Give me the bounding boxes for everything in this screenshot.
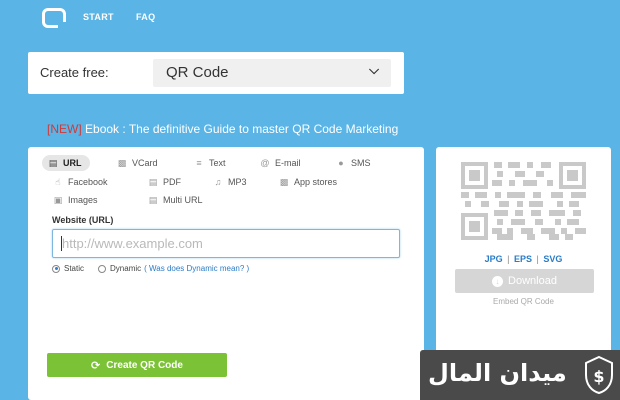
tab-label: Multi URL <box>163 195 203 205</box>
image-icon: ▣ <box>53 194 63 205</box>
nav-start-link[interactable]: START <box>83 12 114 22</box>
tab-label: SMS <box>351 158 371 168</box>
multi-link-icon: ▤ <box>148 194 158 205</box>
create-free-panel: Create free: QR Code ⌵ <box>28 52 404 94</box>
tab-text[interactable]: ≡ Text <box>193 156 226 170</box>
ebook-text: Ebook : The definitive Guide to master Q… <box>85 122 399 136</box>
qr-code-preview <box>461 162 586 240</box>
tab-label: Facebook <box>68 177 108 187</box>
vcard-icon: ▩ <box>117 157 127 168</box>
format-separator: | <box>507 254 510 264</box>
download-button[interactable]: ↓ Download <box>455 269 594 293</box>
tab-label: URL <box>63 158 82 168</box>
embed-qr-code-link[interactable]: Embed QR Code <box>436 297 611 306</box>
watermark-text: ميدان المال <box>428 359 567 387</box>
chevron-down-icon: ⌵ <box>369 62 379 77</box>
website-url-input[interactable] <box>52 229 400 258</box>
svg-text:$: $ <box>593 367 604 386</box>
tab-vcard[interactable]: ▩ VCard <box>116 156 158 170</box>
tab-sms[interactable]: ● SMS <box>335 156 371 170</box>
tab-app-stores[interactable]: ▩ App stores <box>278 175 337 189</box>
dynamic-radio[interactable] <box>98 264 107 273</box>
tab-multi-url[interactable]: ▤ Multi URL <box>147 193 203 207</box>
tab-label: MP3 <box>228 177 247 187</box>
email-at-icon: @ <box>260 158 270 168</box>
logo-icon[interactable] <box>42 8 66 28</box>
watermark-logo: ميدان المال $ <box>420 350 620 400</box>
format-links: JPG | EPS | SVG <box>436 254 611 264</box>
tab-email[interactable]: @ E-mail <box>259 156 301 170</box>
text-cursor <box>61 236 62 251</box>
tab-pdf[interactable]: ▤ PDF <box>147 175 181 189</box>
tab-label: App stores <box>294 177 338 187</box>
qr-type-select[interactable]: QR Code ⌵ <box>153 59 391 87</box>
new-tag: [NEW] <box>47 122 82 136</box>
eps-link[interactable]: EPS <box>514 254 532 264</box>
download-arrow-icon: ↓ <box>492 275 504 287</box>
tab-label: Images <box>68 195 98 205</box>
tab-label: E-mail <box>275 158 301 168</box>
text-lines-icon: ≡ <box>196 158 202 168</box>
jpg-link[interactable]: JPG <box>485 254 503 264</box>
generator-card: ▤ URL ▩ VCard ≡ Text @ E-mail ● SMS ☝ Fa… <box>28 147 424 400</box>
create-qr-code-button[interactable]: ⟳ Create QR Code <box>47 353 227 377</box>
tab-label: Text <box>209 158 226 168</box>
mode-radio-group: Static Dynamic ( Was does Dynamic mean? … <box>52 264 249 273</box>
refresh-icon: ⟳ <box>91 359 101 372</box>
download-label: Download <box>508 275 557 287</box>
svg-link[interactable]: SVG <box>543 254 562 264</box>
tab-images[interactable]: ▣ Images <box>52 193 98 207</box>
static-label: Static <box>64 264 85 273</box>
create-qr-code-label: Create QR Code <box>106 359 183 371</box>
thumbs-up-icon: ☝ <box>55 176 61 187</box>
tab-facebook[interactable]: ☝ Facebook <box>52 175 108 189</box>
create-free-label: Create free: <box>40 65 109 80</box>
link-icon: ▤ <box>48 157 58 168</box>
dollar-shield-icon: $ <box>585 355 613 395</box>
ebook-banner[interactable]: [NEW] Ebook : The definitive Guide to ma… <box>47 122 398 136</box>
tab-label: PDF <box>163 177 181 187</box>
static-radio[interactable] <box>52 264 60 273</box>
tab-mp3[interactable]: ♫ MP3 <box>212 175 247 189</box>
qr-type-selected: QR Code <box>166 64 229 81</box>
format-separator: | <box>536 254 539 264</box>
dynamic-label: Dynamic <box>110 264 142 273</box>
music-note-icon: ♫ <box>214 177 222 187</box>
tab-url[interactable]: ▤ URL <box>42 155 90 171</box>
dynamic-help-link[interactable]: ( Was does Dynamic mean? ) <box>144 264 249 273</box>
tab-label: VCard <box>132 158 158 168</box>
pdf-file-icon: ▤ <box>148 176 158 187</box>
website-url-label: Website (URL) <box>52 215 114 225</box>
nav-faq-link[interactable]: FAQ <box>136 12 155 22</box>
app-store-icon: ▩ <box>279 176 289 187</box>
chat-bubble-icon: ● <box>338 158 344 168</box>
